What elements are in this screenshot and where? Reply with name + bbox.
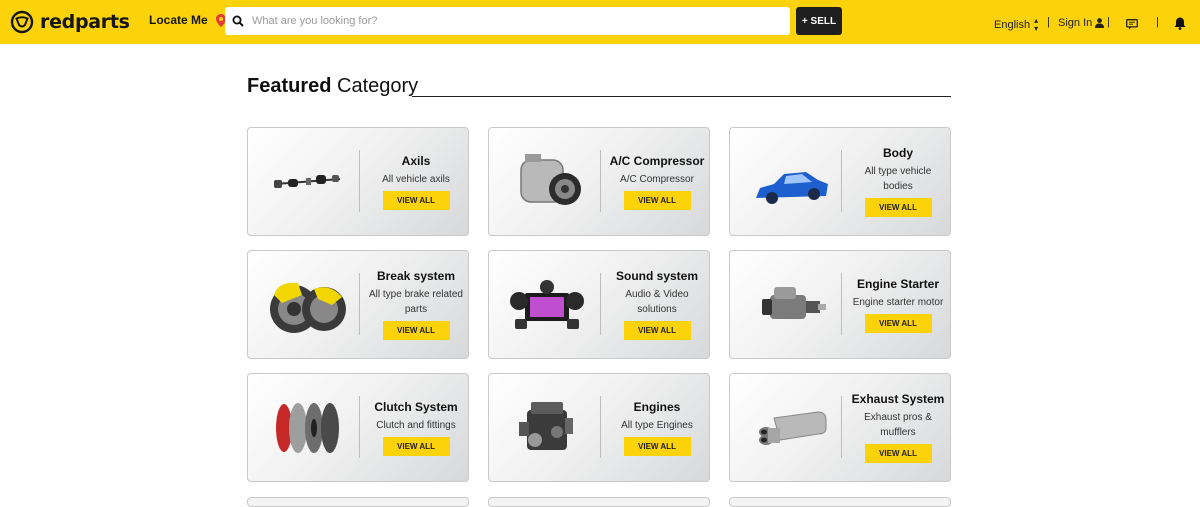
card-info: Axils All vehicle axils VIEW ALL xyxy=(368,128,464,235)
category-description: Exhaust pros & mufflers xyxy=(864,412,932,438)
category-name: Engine Starter xyxy=(856,276,940,291)
category-card-engines[interactable]: Engines All type Engines VIEW ALL xyxy=(488,373,710,482)
view-all-button[interactable]: VIEW ALL xyxy=(623,190,691,210)
locate-me-button[interactable]: Locate Me xyxy=(149,13,226,27)
search-icon[interactable] xyxy=(232,15,244,27)
view-all-button[interactable]: VIEW ALL xyxy=(623,436,691,456)
card-info: Clutch System Clutch and fittings VIEW A… xyxy=(368,374,464,481)
axle-image xyxy=(274,175,341,188)
exhaust-image xyxy=(759,411,827,445)
category-description: Clutch and fittings xyxy=(376,419,456,431)
brake-image xyxy=(270,282,346,333)
locate-me-label: Locate Me xyxy=(149,13,208,27)
category-name: Axils xyxy=(401,153,431,168)
starter-motor-image xyxy=(762,287,826,319)
search-input[interactable] xyxy=(252,15,772,27)
card-separator xyxy=(359,150,360,212)
view-all-button[interactable]: VIEW ALL xyxy=(623,321,691,340)
category-card-partial xyxy=(729,497,951,507)
sign-in-label: Sign In xyxy=(1058,17,1093,29)
category-description: Engine starter motor xyxy=(852,296,944,308)
view-all-button[interactable]: VIEW ALL xyxy=(382,321,450,340)
category-name: Break system xyxy=(376,269,456,283)
card-info: A/C Compressor A/C Compressor VIEW ALL xyxy=(609,128,705,235)
card-separator xyxy=(841,396,842,458)
view-all-button[interactable]: VIEW ALL xyxy=(864,444,932,463)
logo-icon xyxy=(10,10,34,34)
sound-system-image xyxy=(510,280,584,329)
engine-image xyxy=(519,402,573,450)
section-title: Featured Category xyxy=(247,75,418,98)
category-card-body[interactable]: Body All type vehicle bodies VIEW ALL xyxy=(729,127,951,236)
card-separator xyxy=(359,396,360,458)
clutch-image xyxy=(276,403,339,453)
card-separator xyxy=(600,396,601,458)
ac-compressor-image xyxy=(520,154,581,205)
category-card-clutch-system[interactable]: Clutch System Clutch and fittings VIEW A… xyxy=(247,373,469,482)
category-description: All type Engines xyxy=(621,419,693,431)
user-icon xyxy=(1095,18,1105,28)
category-name: A/C Compressor xyxy=(609,153,705,168)
category-card-axils[interactable]: Axils All vehicle axils VIEW ALL xyxy=(247,127,469,236)
card-separator xyxy=(841,273,842,335)
card-info: Engine Starter Engine starter motor VIEW… xyxy=(850,251,946,358)
view-all-button[interactable]: VIEW ALL xyxy=(864,198,932,217)
card-separator xyxy=(359,273,360,335)
category-name: Body xyxy=(883,146,913,160)
card-info: Exhaust System Exhaust pros & mufflers V… xyxy=(850,374,946,481)
logo-text: redparts xyxy=(40,11,130,33)
logo[interactable]: redparts xyxy=(10,9,130,35)
category-description: Audio & Video solutions xyxy=(625,289,689,315)
card-separator xyxy=(600,273,601,335)
section-title-rest: Category xyxy=(337,75,419,97)
card-info: Sound system Audio & Video solutions VIE… xyxy=(609,251,705,358)
sign-in-link[interactable]: Sign In xyxy=(1058,17,1105,29)
view-all-button[interactable]: VIEW ALL xyxy=(382,436,450,456)
bell-icon[interactable] xyxy=(1174,17,1186,30)
header-divider: | xyxy=(1156,16,1159,28)
category-card-ac-compressor[interactable]: A/C Compressor A/C Compressor VIEW ALL xyxy=(488,127,710,236)
card-info: Break system All type brake related part… xyxy=(368,251,464,358)
category-description: A/C Compressor xyxy=(620,173,694,185)
top-header: redparts Locate Me + SELL English ▴▾ | S… xyxy=(0,0,1200,44)
category-card-exhaust-system[interactable]: Exhaust System Exhaust pros & mufflers V… xyxy=(729,373,951,482)
card-info: Engines All type Engines VIEW ALL xyxy=(609,374,705,481)
category-name: Exhaust System xyxy=(851,392,945,406)
category-card-sound-system[interactable]: Sound system Audio & Video solutions VIE… xyxy=(488,250,710,359)
section-title-bold: Featured xyxy=(247,75,332,97)
search-bar xyxy=(225,7,790,35)
category-card-engine-starter[interactable]: Engine Starter Engine starter motor VIEW… xyxy=(729,250,951,359)
car-body-image xyxy=(756,172,828,204)
sort-caret-icon: ▴ ▾ xyxy=(1034,16,1039,33)
category-card-partial xyxy=(488,497,710,507)
view-all-button[interactable]: VIEW ALL xyxy=(382,190,450,210)
header-divider: | xyxy=(1047,16,1050,28)
language-label: English xyxy=(994,19,1031,31)
category-name: Sound system xyxy=(615,269,699,283)
card-separator xyxy=(841,150,842,212)
category-description: All type brake related parts xyxy=(369,289,463,315)
category-description: All vehicle axils xyxy=(382,173,450,185)
category-card-partial xyxy=(247,497,469,507)
message-icon[interactable] xyxy=(1126,19,1138,30)
category-name: Clutch System xyxy=(374,399,458,414)
card-separator xyxy=(600,150,601,212)
category-name: Engines xyxy=(633,399,681,414)
category-description: All type vehicle bodies xyxy=(864,166,932,192)
section-title-underline xyxy=(412,96,951,97)
sell-button[interactable]: + SELL xyxy=(796,7,842,35)
header-divider: | xyxy=(1107,16,1110,28)
category-card-break-system[interactable]: Break system All type brake related part… xyxy=(247,250,469,359)
language-select[interactable]: English ▴ ▾ xyxy=(994,17,1038,33)
card-info: Body All type vehicle bodies VIEW ALL xyxy=(850,128,946,235)
view-all-button[interactable]: VIEW ALL xyxy=(864,313,932,333)
